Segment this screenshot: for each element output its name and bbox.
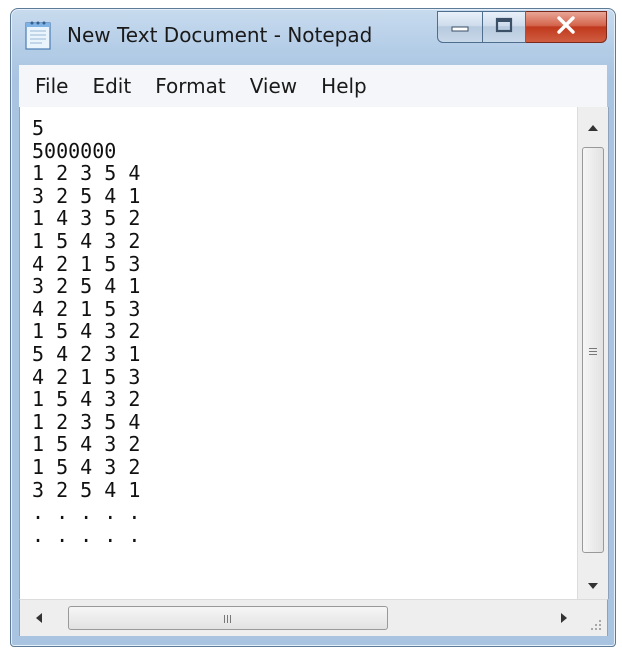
title-bar[interactable]: New Text Document - Notepad [11,9,615,61]
horizontal-scroll-thumb[interactable] [68,606,388,630]
horizontal-scrollbar[interactable] [19,599,579,636]
vertical-scrollbar[interactable] [577,107,608,599]
menu-bar: File Edit Format View Help [19,65,607,108]
minimize-icon [451,18,469,37]
close-button[interactable] [526,11,607,43]
close-icon [556,16,576,38]
arrow-down-icon [587,575,599,594]
grip-lines-icon [588,341,598,360]
menu-file[interactable]: File [19,74,80,98]
menu-edit[interactable]: Edit [80,74,143,98]
scroll-down-button[interactable] [578,569,608,599]
grip-lines-icon [223,609,233,628]
caption-buttons [437,11,607,43]
menu-format[interactable]: Format [143,74,237,98]
document-text[interactable]: 5 5000000 1 2 3 5 4 3 2 5 4 1 1 4 3 5 2 … [32,117,577,597]
size-grip-icon [578,620,607,640]
notepad-icon[interactable] [25,20,51,50]
size-grip[interactable] [578,599,608,636]
vertical-scroll-thumb[interactable] [582,147,604,553]
scroll-right-button[interactable] [549,600,579,636]
text-editor: 5 5000000 1 2 3 5 4 3 2 5 4 1 1 4 3 5 2 … [19,107,609,599]
arrow-up-icon [587,117,599,136]
scroll-left-button[interactable] [24,600,54,636]
menu-help[interactable]: Help [309,74,379,98]
menu-view[interactable]: View [238,74,309,98]
maximize-button[interactable] [483,11,526,43]
maximize-icon [495,17,513,37]
arrow-left-icon [35,609,43,628]
arrow-right-icon [560,609,568,628]
scroll-up-button[interactable] [578,111,608,141]
minimize-button[interactable] [437,11,483,43]
notepad-window: New Text Document - Notepad File Edit Fo… [10,8,616,647]
window-title: New Text Document - Notepad [67,23,373,47]
